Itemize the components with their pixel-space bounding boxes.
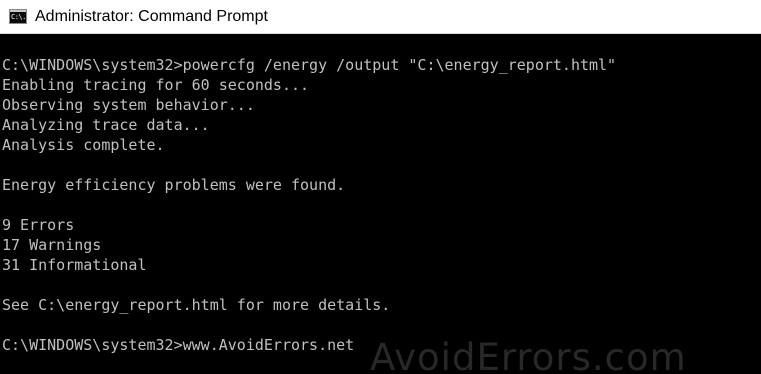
console-line: 9 Errors [2, 216, 75, 234]
console-line: 17 Warnings [2, 236, 102, 254]
console-prompt-line: C:\WINDOWS\system32>www.AvoidErrors.net [2, 336, 355, 354]
console-output: C:\WINDOWS\system32>powercfg /energy /ou… [2, 55, 616, 355]
console-area[interactable]: C:\WINDOWS\system32>powercfg /energy /ou… [0, 34, 761, 374]
console-line: Energy efficiency problems were found. [2, 176, 346, 194]
console-line: Enabling tracing for 60 seconds... [2, 76, 310, 94]
console-line: Analyzing trace data... [2, 116, 210, 134]
console-line: Analysis complete. [2, 136, 165, 154]
command-prompt-window: C:\. Administrator: Command Prompt C:\WI… [0, 0, 761, 374]
cmd-app-icon[interactable]: C:\. [9, 9, 27, 24]
title-bar[interactable]: C:\. Administrator: Command Prompt [0, 0, 761, 34]
console-line: 31 Informational [2, 256, 147, 274]
console-line: See C:\energy_report.html for more detai… [2, 296, 391, 314]
window-title: Administrator: Command Prompt [35, 8, 268, 25]
console-line: C:\WINDOWS\system32>powercfg /energy /ou… [2, 56, 617, 74]
icon-label: C:\. [11, 13, 26, 21]
icon-title-strip [10, 10, 26, 12]
console-line: Observing system behavior... [2, 96, 255, 114]
